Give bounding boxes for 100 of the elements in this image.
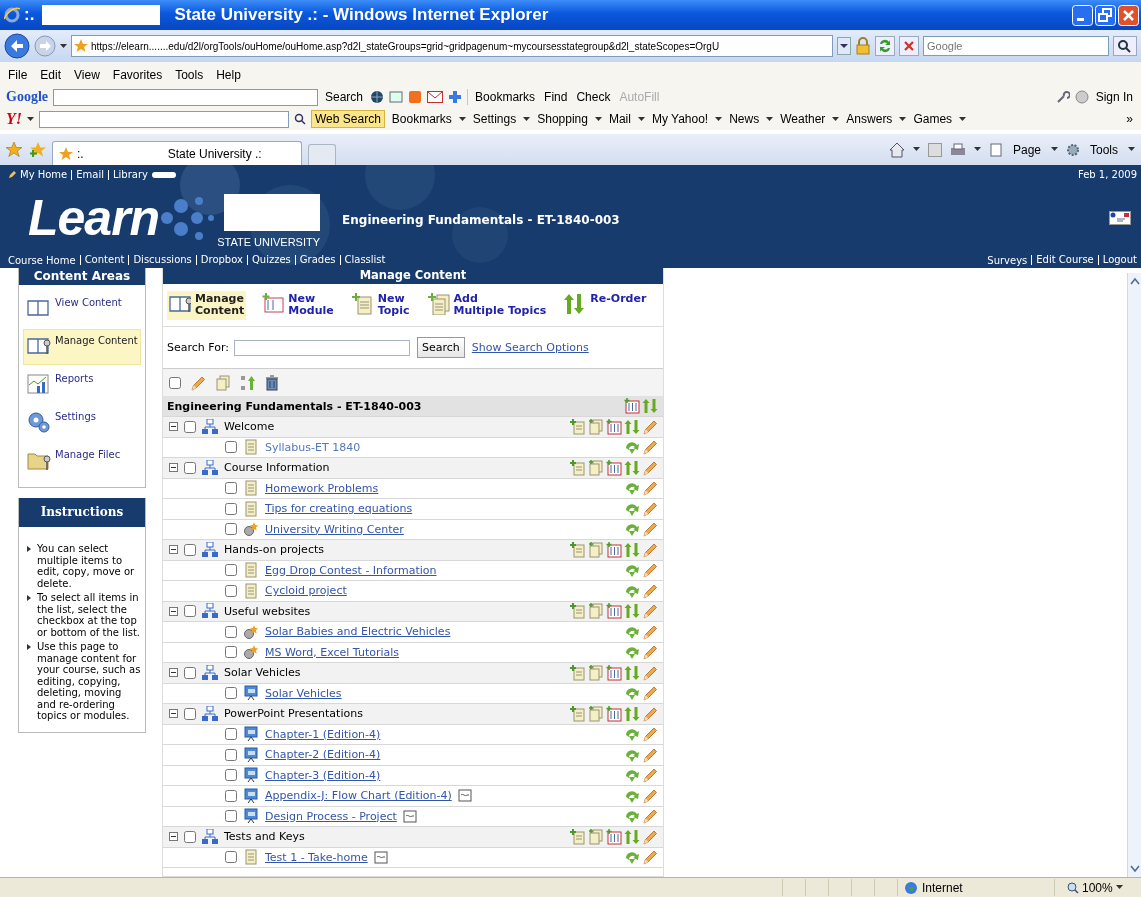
checkbox[interactable] bbox=[225, 748, 237, 761]
add-module-icon[interactable] bbox=[606, 705, 622, 722]
checkbox[interactable] bbox=[225, 769, 237, 782]
toolbar-item[interactable]: Settings bbox=[470, 111, 519, 127]
caret-icon[interactable] bbox=[959, 116, 967, 122]
scroll-up-icon[interactable] bbox=[1129, 277, 1140, 285]
web-search-button[interactable]: Web Search bbox=[311, 110, 385, 128]
note-icon[interactable] bbox=[402, 808, 417, 824]
sidebar-item[interactable]: Reports bbox=[23, 367, 141, 403]
toolbar-logo[interactable]: Y! bbox=[6, 110, 22, 128]
menu-item[interactable]: Help bbox=[216, 68, 241, 82]
header-link[interactable]: Discussions bbox=[128, 255, 192, 266]
scrollbar[interactable] bbox=[1127, 273, 1141, 877]
edit-icon[interactable] bbox=[642, 541, 658, 558]
checkbox[interactable] bbox=[184, 830, 196, 843]
menu-item[interactable]: View bbox=[74, 68, 100, 82]
toolbar-item[interactable]: Bookmarks bbox=[473, 89, 538, 105]
header-link[interactable]: Quizzes bbox=[246, 255, 291, 266]
checkbox[interactable] bbox=[225, 789, 237, 802]
edit-icon[interactable] bbox=[642, 726, 658, 743]
edit-icon[interactable] bbox=[642, 562, 658, 579]
topic-link[interactable]: Appendix-J: Flow Chart (Edition-4) bbox=[265, 789, 452, 803]
tools-menu[interactable]: Tools bbox=[1088, 141, 1120, 158]
add-module-icon[interactable] bbox=[606, 603, 622, 620]
checkbox[interactable] bbox=[184, 707, 196, 720]
toolbar-item[interactable]: Mail bbox=[606, 111, 633, 127]
header-link[interactable]: Content bbox=[79, 255, 125, 266]
topic-link[interactable]: Syllabus-ET 1840 bbox=[265, 440, 361, 454]
caret-icon[interactable] bbox=[458, 116, 466, 122]
gear-icon[interactable] bbox=[1066, 142, 1080, 157]
menu-item[interactable]: Tools bbox=[175, 68, 204, 82]
wrench-icon[interactable] bbox=[1055, 90, 1070, 104]
edit-icon[interactable] bbox=[642, 418, 658, 435]
toolbar-action[interactable]: New Module bbox=[260, 291, 336, 320]
search-field[interactable]: Google bbox=[923, 36, 1109, 56]
edit-icon[interactable] bbox=[642, 603, 658, 620]
add-topics-icon[interactable] bbox=[588, 664, 604, 681]
envelope-icon[interactable] bbox=[427, 91, 444, 103]
checkbox[interactable] bbox=[225, 584, 237, 597]
toolbar-item[interactable]: Answers bbox=[844, 111, 895, 127]
checkbox[interactable] bbox=[225, 728, 237, 741]
sidebar-item[interactable]: View Content bbox=[23, 291, 141, 327]
move-icon[interactable] bbox=[624, 849, 640, 866]
move-icon[interactable] bbox=[624, 439, 640, 456]
edit-icon[interactable] bbox=[642, 459, 658, 476]
topic-link[interactable]: Egg Drop Contest - Information bbox=[265, 563, 437, 577]
header-link[interactable]: Classlist bbox=[339, 255, 386, 266]
caret-icon[interactable] bbox=[1051, 147, 1058, 152]
move-icon[interactable] bbox=[624, 521, 640, 538]
checkbox[interactable] bbox=[184, 461, 196, 474]
toolbar-item[interactable]: Bookmarks bbox=[389, 111, 454, 127]
move-icon[interactable] bbox=[624, 644, 640, 661]
reorder-icon[interactable] bbox=[624, 541, 640, 558]
caret-icon[interactable] bbox=[899, 116, 907, 122]
collapse-icon[interactable] bbox=[169, 463, 178, 473]
move-icon[interactable] bbox=[240, 375, 256, 391]
note-icon[interactable] bbox=[373, 849, 388, 865]
caret-icon[interactable] bbox=[715, 116, 723, 122]
add-topic-icon[interactable] bbox=[570, 664, 586, 681]
menu-item[interactable]: Favorites bbox=[112, 68, 163, 82]
close-button[interactable] bbox=[1118, 4, 1139, 26]
caret-icon[interactable] bbox=[1115, 885, 1123, 890]
plus-icon[interactable] bbox=[448, 90, 463, 104]
search-field[interactable] bbox=[234, 339, 410, 356]
caret-icon[interactable] bbox=[523, 116, 531, 122]
add-topic-icon[interactable] bbox=[570, 459, 586, 476]
toolbar-action[interactable]: New Topic bbox=[349, 291, 412, 320]
dropdown-button[interactable] bbox=[837, 37, 851, 55]
toolbar-search-field[interactable] bbox=[53, 88, 318, 106]
topic-link[interactable]: Solar Vehicles bbox=[265, 686, 342, 700]
toolbar-search-button[interactable]: Search bbox=[323, 89, 366, 105]
edit-icon[interactable] bbox=[642, 746, 658, 763]
caret-icon[interactable] bbox=[637, 116, 645, 122]
add-topics-icon[interactable] bbox=[588, 705, 604, 722]
search-button[interactable] bbox=[1113, 36, 1137, 56]
checkbox[interactable] bbox=[225, 625, 237, 638]
edit-icon[interactable] bbox=[642, 828, 658, 845]
trash-icon[interactable] bbox=[265, 375, 279, 391]
sidebar-item[interactable]: Manage Content bbox=[23, 329, 141, 365]
reorder-icon[interactable] bbox=[624, 459, 640, 476]
add-topics-icon[interactable] bbox=[588, 541, 604, 558]
copy-icon[interactable] bbox=[215, 375, 231, 391]
topic-link[interactable]: Cycloid project bbox=[265, 584, 347, 598]
caret-icon[interactable] bbox=[1128, 147, 1135, 152]
topic-link[interactable]: Test 1 - Take-home bbox=[265, 850, 368, 864]
checkbox[interactable] bbox=[225, 564, 237, 577]
reorder-icon[interactable] bbox=[624, 828, 640, 845]
topic-link[interactable]: Homework Problems bbox=[265, 481, 379, 495]
checkbox[interactable] bbox=[184, 420, 196, 433]
toolbar-item[interactable]: Shopping bbox=[535, 111, 590, 127]
edit-icon[interactable] bbox=[642, 439, 658, 456]
edit-icon[interactable] bbox=[642, 500, 658, 517]
edit-icon[interactable] bbox=[642, 582, 658, 599]
toolbar-action[interactable]: Manage Content bbox=[167, 291, 247, 320]
square-icon[interactable] bbox=[408, 90, 423, 104]
reorder-icon[interactable] bbox=[624, 705, 640, 722]
sidebar-item[interactable]: Manage Filec bbox=[23, 443, 141, 479]
add-topics-icon[interactable] bbox=[588, 418, 604, 435]
toolbar-item[interactable]: Games bbox=[911, 111, 955, 127]
menu-item[interactable]: Edit bbox=[40, 68, 62, 82]
